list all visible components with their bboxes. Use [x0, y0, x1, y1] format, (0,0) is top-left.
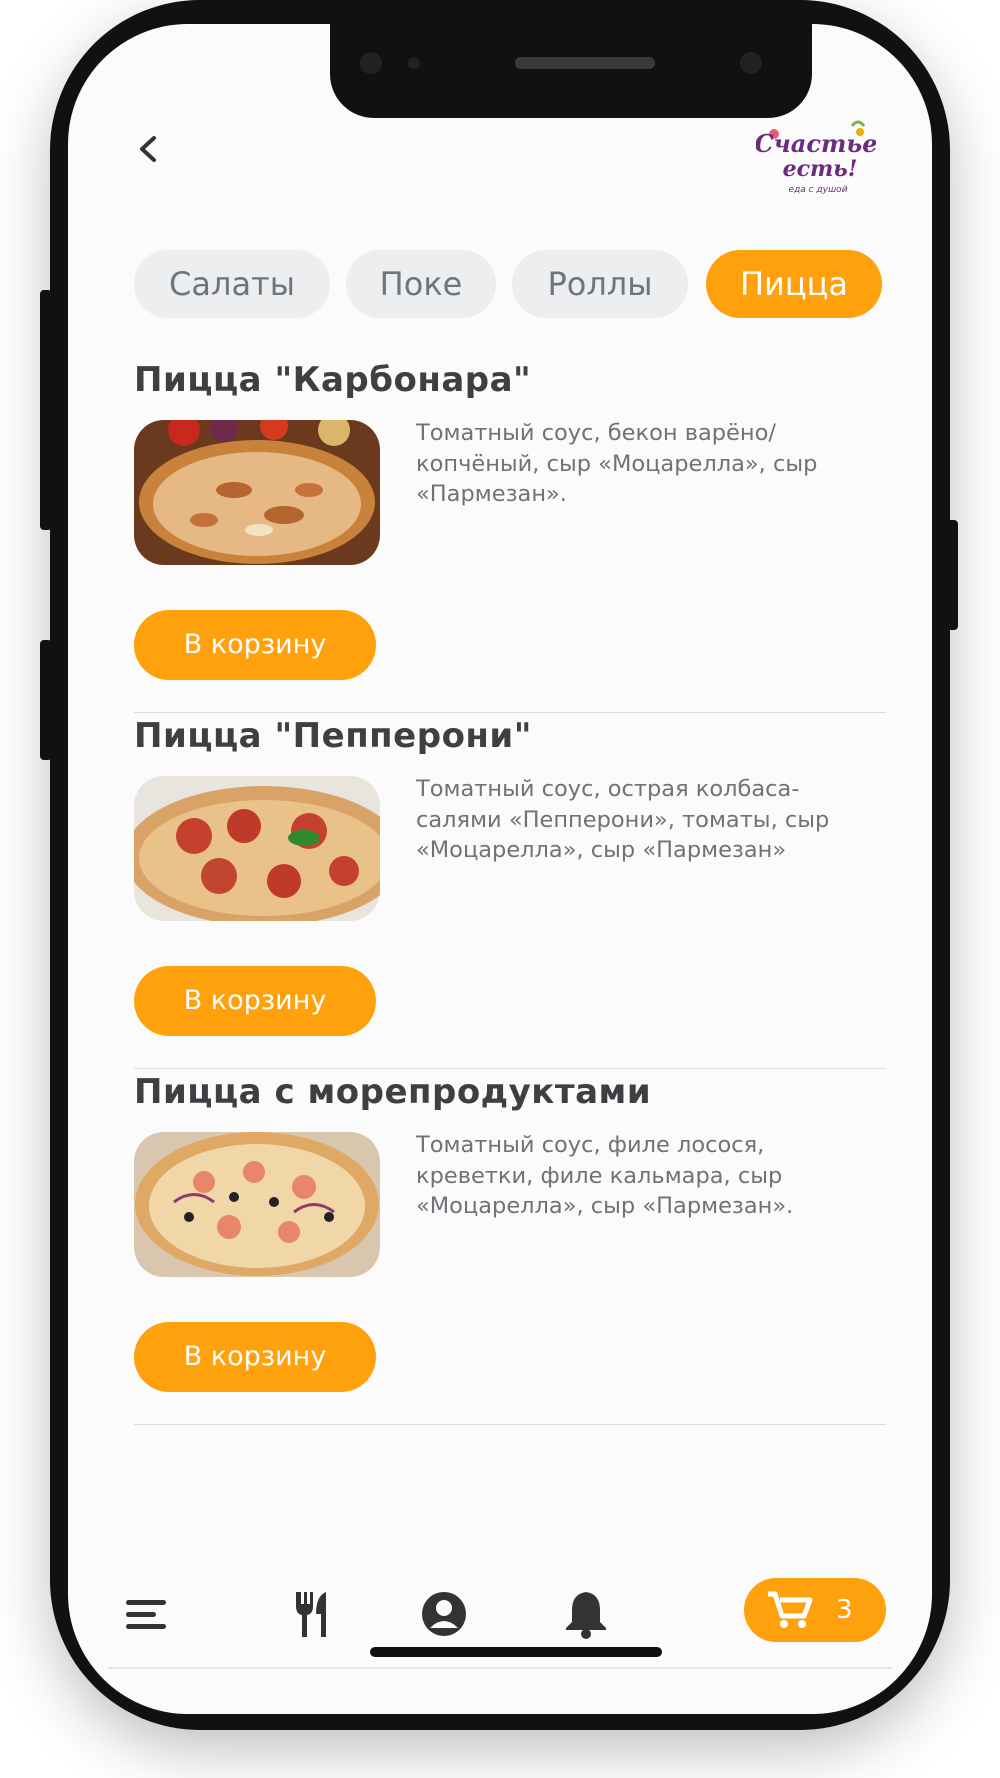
logo-line2: есть!	[783, 156, 858, 182]
divider	[134, 1068, 886, 1069]
divider	[134, 1424, 886, 1425]
tab-salads[interactable]: Салаты	[134, 250, 330, 318]
product-image[interactable]	[134, 420, 380, 565]
chevron-left-icon	[140, 136, 156, 162]
brand-logo: Счастье есть! еда с душой	[755, 112, 877, 204]
profile-icon[interactable]	[414, 1584, 474, 1644]
bottom-navigation: 3	[68, 1578, 932, 1674]
add-to-cart-button[interactable]: В корзину	[134, 1322, 376, 1392]
product-title: Пицца "Пепперони"	[134, 716, 532, 756]
product-card: Пицца "Карбонара" Томатный соус, бекон в…	[134, 360, 886, 760]
product-title: Пицца "Карбонара"	[134, 360, 532, 400]
cart-count-badge: 3	[836, 1595, 853, 1625]
logo-tagline: еда с душой	[788, 185, 847, 195]
app-screen: Счастье есть! еда с душой Салаты Поке Ро…	[68, 24, 932, 1714]
home-indicator	[370, 1647, 662, 1657]
divider	[134, 712, 886, 713]
category-tabs: Салаты Поке Роллы Пицца	[134, 250, 894, 320]
phone-side-button	[40, 290, 52, 530]
back-button[interactable]	[128, 124, 168, 174]
phone-notch	[330, 24, 812, 118]
speaker-grille	[515, 57, 655, 69]
product-image[interactable]	[134, 1132, 380, 1277]
add-to-cart-button[interactable]: В корзину	[134, 610, 376, 680]
tab-poke[interactable]: Поке	[346, 250, 496, 318]
camera-icon	[360, 52, 382, 74]
product-description: Томатный соус, филе лосося, креветки, фи…	[416, 1132, 794, 1219]
menu-icon[interactable]	[118, 1584, 178, 1644]
fork-knife-icon[interactable]	[284, 1584, 344, 1644]
product-description: Томатный соус, бекон варёно/копчёный, сы…	[416, 420, 818, 507]
divider	[108, 1667, 892, 1669]
add-to-cart-button[interactable]: В корзину	[134, 966, 376, 1036]
phone-side-button	[40, 640, 52, 760]
product-description: Томатный соус, острая колбаса-салями «Пе…	[416, 776, 830, 863]
front-camera-icon	[740, 52, 762, 74]
sensor-icon	[408, 57, 420, 69]
logo-line1: Счастье	[756, 129, 876, 158]
product-title: Пицца с морепродуктами	[134, 1072, 652, 1112]
bell-icon[interactable]	[556, 1584, 616, 1644]
tab-rolls[interactable]: Роллы	[512, 250, 688, 318]
cart-icon	[768, 1591, 813, 1628]
phone-side-button	[946, 520, 958, 630]
product-image[interactable]	[134, 776, 380, 921]
product-card: Пицца "Пепперони" Томатный соус, острая …	[134, 716, 886, 1116]
product-card: Пицца с морепродуктами Томатный соус, фи…	[134, 1072, 886, 1472]
tab-pizza[interactable]: Пицца	[706, 250, 882, 318]
cart-button[interactable]: 3	[744, 1578, 886, 1642]
